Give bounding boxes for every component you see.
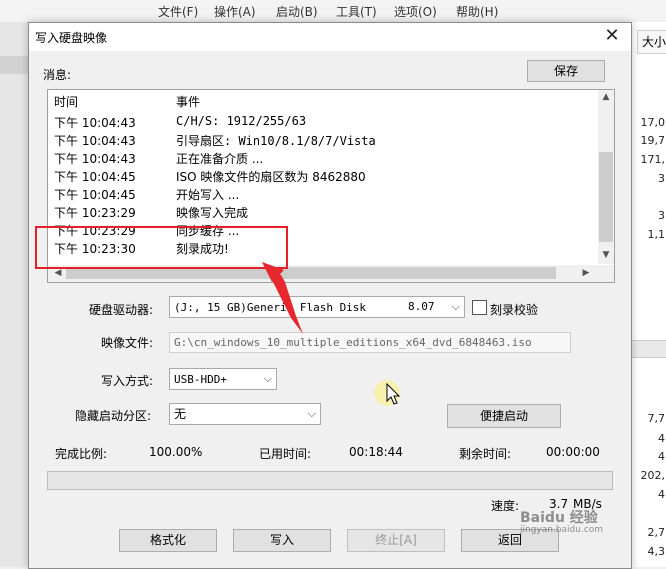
mouse-cursor-icon <box>386 383 401 405</box>
annotation-arrow-icon <box>262 262 303 334</box>
watermark-logo: Baidu 经验 jingyan.baidu.com <box>520 507 603 535</box>
watermark-brand: Baidu 经验 <box>520 510 598 526</box>
watermark-url: jingyan.baidu.com <box>520 525 604 535</box>
